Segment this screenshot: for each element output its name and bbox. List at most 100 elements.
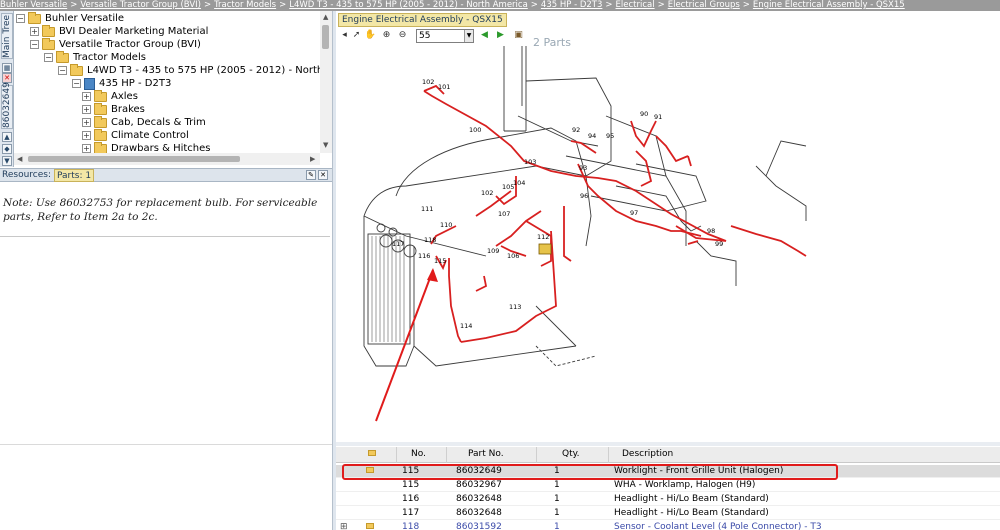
expand-icon[interactable]: + bbox=[30, 27, 39, 36]
pan-hand-icon[interactable]: ✋ bbox=[364, 28, 377, 42]
svg-text:107: 107 bbox=[498, 210, 510, 218]
tree-node[interactable]: − Versatile Tractor Group (BVI) bbox=[30, 37, 201, 51]
table-row[interactable]: 116 86032648 1 Headlight - Hi/Lo Beam (S… bbox=[336, 493, 1000, 506]
tree-vertical-scrollbar[interactable]: ▲ ▼ bbox=[320, 11, 332, 153]
col-qty[interactable]: Qty. bbox=[562, 449, 580, 459]
svg-text:113: 113 bbox=[509, 303, 521, 311]
tree-node[interactable]: − L4WD T3 - 435 to 575 HP (2005 - 2012) -… bbox=[58, 63, 332, 77]
expand-icon[interactable]: + bbox=[82, 131, 91, 140]
back-arrow-icon[interactable]: ◀ bbox=[478, 28, 491, 42]
collapse-icon[interactable]: − bbox=[58, 66, 67, 75]
tree-node[interactable]: − Buhler Versatile bbox=[16, 11, 124, 25]
expand-icon[interactable]: ⊞ bbox=[340, 521, 348, 530]
tab-part-number[interactable]: 86032649 bbox=[1, 82, 13, 129]
svg-text:103: 103 bbox=[524, 158, 536, 166]
print-icon[interactable]: ▣ bbox=[512, 28, 525, 42]
svg-text:112: 112 bbox=[537, 233, 549, 241]
pointer-arrow bbox=[375, 269, 434, 422]
folder-icon bbox=[94, 115, 107, 128]
table-row[interactable]: 115 86032967 1 WHA - Worklamp, Halogen (… bbox=[336, 479, 1000, 492]
svg-text:105: 105 bbox=[502, 183, 514, 191]
tree-node[interactable]: + Axles bbox=[82, 89, 138, 103]
divider bbox=[0, 236, 330, 237]
svg-text:90: 90 bbox=[640, 110, 648, 118]
tree-node[interactable]: + Brakes bbox=[82, 102, 145, 116]
parts-table: No. Part No. Qty. Description 115 860326… bbox=[336, 447, 1000, 530]
svg-text:91: 91 bbox=[654, 113, 662, 121]
col-description[interactable]: Description bbox=[622, 449, 673, 459]
col-no[interactable]: No. bbox=[411, 449, 426, 459]
chevron-up-icon[interactable]: ▲ bbox=[2, 132, 12, 142]
expand-icon[interactable]: + bbox=[82, 92, 91, 101]
left-tab-strip: Main Tree ▦ ✕ 86032649 ▲ ◆ ▼ bbox=[0, 11, 14, 167]
breadcrumb-link[interactable]: Versatile Tractor Group (BVI) bbox=[80, 0, 201, 10]
breadcrumb-link[interactable]: 435 HP - D2T3 bbox=[541, 0, 602, 10]
tree-node[interactable]: + Drawbars & Hitches bbox=[82, 141, 211, 153]
chevron-down-icon[interactable]: ▼ bbox=[464, 30, 473, 42]
col-part-no[interactable]: Part No. bbox=[468, 449, 504, 459]
folder-icon bbox=[94, 128, 107, 141]
tab-main-tree[interactable]: Main Tree bbox=[1, 13, 13, 59]
breadcrumb-link[interactable]: L4WD T3 - 435 to 575 HP (2005 - 2012) - … bbox=[289, 0, 528, 10]
breadcrumb-link[interactable]: Electrical bbox=[616, 0, 655, 10]
tree-node[interactable]: + Cab, Decals & Trim bbox=[82, 115, 206, 129]
tree-node[interactable]: + BVI Dealer Marketing Material bbox=[30, 24, 208, 38]
tree-node[interactable]: − Tractor Models bbox=[44, 50, 146, 64]
svg-text:99: 99 bbox=[715, 240, 723, 248]
expand-icon[interactable]: + bbox=[82, 105, 91, 114]
breadcrumb-link[interactable]: Engine Electrical Assembly - QSX15 bbox=[753, 0, 905, 10]
scroll-thumb[interactable] bbox=[322, 25, 329, 49]
viewer-tabbar: Engine Electrical Assembly - QSX15 bbox=[336, 12, 1000, 27]
folder-icon bbox=[94, 89, 107, 102]
book-icon bbox=[84, 77, 95, 90]
table-row[interactable]: ⊞ 118 86031592 1 Sensor - Coolant Level … bbox=[336, 521, 1000, 530]
scroll-right-icon[interactable]: ▶ bbox=[310, 155, 315, 163]
table-row[interactable]: 117 86032648 1 Headlight - Hi/Lo Beam (S… bbox=[336, 507, 1000, 520]
zoom-in-icon[interactable]: ⊕ bbox=[380, 28, 393, 42]
svg-text:92: 92 bbox=[572, 126, 580, 134]
svg-text:111: 111 bbox=[421, 205, 433, 213]
scroll-up-icon[interactable]: ▲ bbox=[323, 13, 328, 21]
collapse-icon[interactable]: − bbox=[16, 14, 25, 23]
tree-node[interactable]: + Climate Control bbox=[82, 128, 189, 142]
scroll-thumb[interactable] bbox=[28, 156, 240, 162]
table-header: No. Part No. Qty. Description bbox=[336, 447, 1000, 463]
svg-text:101: 101 bbox=[438, 83, 450, 91]
breadcrumb-link[interactable]: Buhler Versatile bbox=[0, 0, 67, 10]
nav-icon[interactable]: ◆ bbox=[2, 144, 12, 154]
zoom-select[interactable]: 55 ▼ bbox=[416, 29, 474, 43]
pointer-icon[interactable]: ➚ bbox=[350, 28, 363, 42]
tree-icon[interactable]: ▦ bbox=[2, 63, 12, 73]
part-note: Note: Use 86032753 for replacement bulb.… bbox=[3, 197, 318, 223]
tab-resources[interactable]: Resources: 0 bbox=[2, 170, 60, 180]
expand-icon[interactable]: + bbox=[82, 144, 91, 153]
svg-text:115: 115 bbox=[434, 257, 446, 265]
tree-horizontal-scrollbar[interactable]: ◀ ▶ bbox=[14, 153, 320, 165]
horizontal-splitter[interactable] bbox=[336, 442, 1000, 446]
exploded-diagram[interactable]: 102 101 100 103 104 105 102 107 111 110 118 1… bbox=[336, 46, 1000, 442]
scroll-down-icon[interactable]: ▼ bbox=[323, 141, 328, 149]
expand-icon[interactable]: + bbox=[82, 118, 91, 127]
pin-icon[interactable]: ✎ bbox=[306, 170, 316, 180]
breadcrumb-link[interactable]: Tractor Models bbox=[214, 0, 276, 10]
tab-parts[interactable]: Parts: 1 bbox=[54, 169, 95, 182]
breadcrumb-link[interactable]: Electrical Groups bbox=[668, 0, 740, 10]
svg-text:106: 106 bbox=[507, 252, 519, 260]
divider bbox=[0, 444, 332, 445]
svg-text:114: 114 bbox=[460, 322, 472, 330]
selected-row-highlight bbox=[342, 464, 838, 480]
scroll-left-icon[interactable]: ◀ bbox=[17, 155, 22, 163]
folder-icon bbox=[42, 37, 55, 50]
tree-node[interactable]: −435 HP - D2T3 bbox=[72, 77, 171, 90]
collapse-icon[interactable]: − bbox=[72, 79, 81, 88]
forward-arrow-icon[interactable]: ▶ bbox=[494, 28, 507, 42]
folder-icon bbox=[28, 11, 41, 24]
chevron-down-icon[interactable]: ▼ bbox=[2, 156, 12, 166]
zoom-out-icon[interactable]: ⊖ bbox=[396, 28, 409, 42]
collapse-icon[interactable]: − bbox=[44, 53, 53, 62]
tab-engine-electrical[interactable]: Engine Electrical Assembly - QSX15 bbox=[338, 13, 507, 27]
svg-text:118: 118 bbox=[424, 236, 436, 244]
close-icon[interactable]: ✕ bbox=[318, 170, 328, 180]
collapse-icon[interactable]: − bbox=[30, 40, 39, 49]
svg-text:109: 109 bbox=[487, 247, 499, 255]
